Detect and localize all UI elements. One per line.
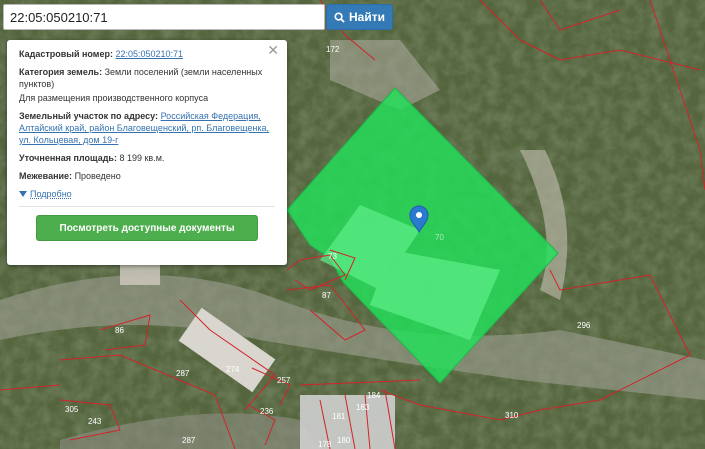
search-input[interactable] xyxy=(4,5,324,29)
cadastral-label: Кадастровый номер: xyxy=(19,49,113,59)
search-button[interactable]: Найти xyxy=(326,4,393,30)
usage-text: Для размещения производственного корпуса xyxy=(19,93,209,103)
view-documents-button[interactable]: Посмотреть доступные документы xyxy=(36,215,258,241)
search-box xyxy=(3,4,325,30)
parcel-info-popup: ✕ Кадастровый номер: 22:05:050210:71 Кат… xyxy=(7,40,287,265)
cadastral-number-link[interactable]: 22:05:050210:71 xyxy=(115,49,183,59)
triangle-down-icon xyxy=(19,191,27,197)
parcel-label-310: 310 xyxy=(505,411,519,420)
cadastral-row: Кадастровый номер: 22:05:050210:71 xyxy=(19,48,275,60)
roof-small xyxy=(120,265,160,285)
more-details-label: Подробно xyxy=(30,189,72,199)
parcel-label-183: 183 xyxy=(356,403,370,412)
address-label: Земельный участок по адресу: xyxy=(19,111,159,121)
search-button-label: Найти xyxy=(349,10,385,24)
parcel-label-73: 73 xyxy=(328,252,337,261)
parcel-label-180: 180 xyxy=(337,436,351,445)
parcel-label-178: 178 xyxy=(318,440,332,449)
parcel-label-305: 305 xyxy=(65,405,79,414)
parcel-label-274: 274 xyxy=(226,365,240,374)
parcel-label-87: 87 xyxy=(322,291,331,300)
search-icon xyxy=(334,11,345,23)
parcel-label-181: 181 xyxy=(332,412,346,421)
more-details-toggle[interactable]: Подробно xyxy=(19,188,275,200)
parcel-label-236: 236 xyxy=(260,407,274,416)
survey-row: Межевание: Проведено xyxy=(19,170,275,182)
popup-divider xyxy=(19,206,275,207)
survey-label: Межевание: xyxy=(19,171,73,181)
parcel-label-296: 296 xyxy=(577,321,591,330)
parcel-label-287-north: 287 xyxy=(176,369,190,378)
area-label: Уточненная площадь: xyxy=(19,153,117,163)
parcel-label-184: 184 xyxy=(367,391,381,400)
close-icon[interactable]: ✕ xyxy=(267,43,279,57)
survey-value: Проведено xyxy=(74,171,121,181)
area-value: 8 199 кв.м. xyxy=(119,153,165,163)
category-row: Категория земель: Земли поселений (земли… xyxy=(19,66,275,90)
parcel-label-172: 172 xyxy=(326,45,340,54)
category-label: Категория земель: xyxy=(19,67,103,77)
address-row: Земельный участок по адресу: Российская … xyxy=(19,110,275,146)
parcel-label-70: 70 xyxy=(435,233,444,242)
parcel-label-86: 86 xyxy=(115,326,124,335)
parcel-label-243: 243 xyxy=(88,417,102,426)
parcel-label-287-south: 287 xyxy=(182,436,196,445)
area-row: Уточненная площадь: 8 199 кв.м. xyxy=(19,152,275,164)
parcel-label-257: 257 xyxy=(277,376,291,385)
